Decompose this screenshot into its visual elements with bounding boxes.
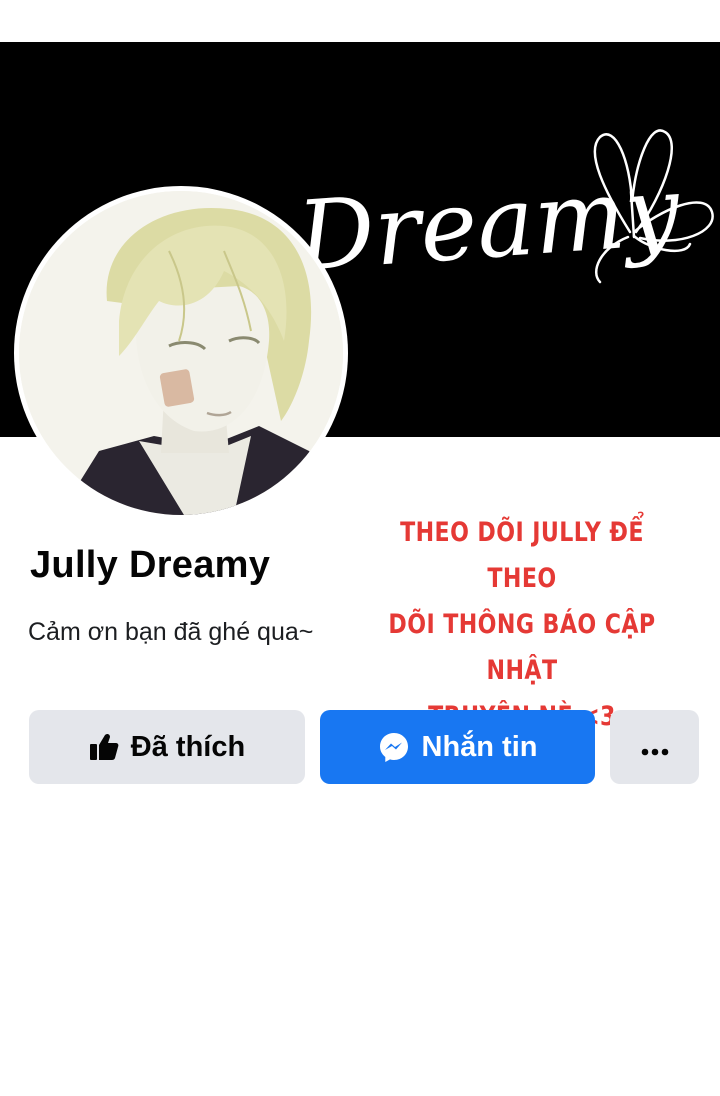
messenger-icon — [378, 731, 410, 763]
message-button-label: Nhắn tin — [421, 730, 538, 763]
liked-button[interactable]: Đã thích — [29, 710, 305, 784]
profile-bio: Cảm ơn bạn đã ghé qua~ — [28, 618, 314, 646]
promo-line: THEO DÕI JULLY ĐỂ THEO — [400, 517, 644, 594]
profile-avatar[interactable] — [14, 186, 348, 520]
thumbs-up-icon — [89, 733, 119, 761]
liked-button-label: Đã thích — [130, 730, 246, 763]
more-dots-icon — [641, 731, 669, 764]
message-button[interactable]: Nhắn tin — [320, 710, 595, 784]
promo-line: DÕI THÔNG BÁO CẬP NHẬT — [388, 609, 656, 686]
promo-overlay-text: THEO DÕI JULLY ĐỂ THEO DÕI THÔNG BÁO CẬP… — [384, 510, 660, 740]
avatar-illustration — [19, 191, 343, 515]
more-options-button[interactable] — [610, 710, 699, 784]
profile-name: Jully Dreamy — [30, 544, 271, 586]
